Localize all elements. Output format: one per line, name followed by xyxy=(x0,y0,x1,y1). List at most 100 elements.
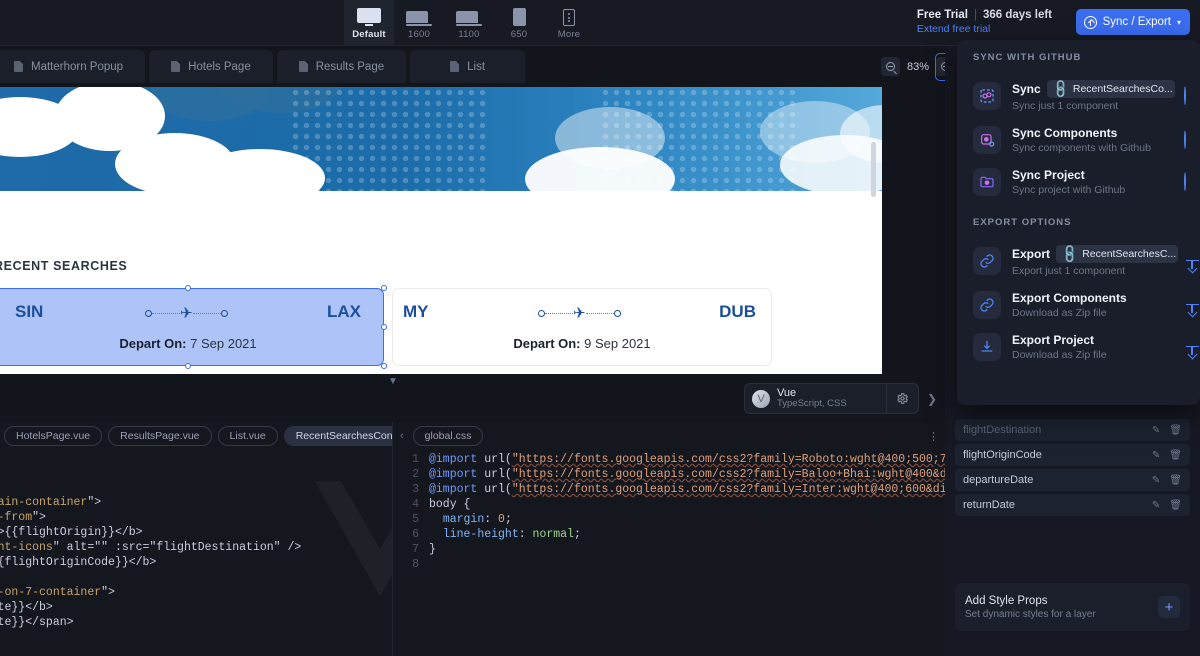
plus-icon[interactable]: + xyxy=(1158,596,1180,618)
depart-on-row-2: Depart On: 9 Sep 2021 xyxy=(393,336,771,351)
breakpoint-default[interactable]: Default xyxy=(344,0,394,46)
sync-export-dropdown[interactable]: SYNC WITH GITHUB Sync 🔗 RecentSearchesCo… xyxy=(957,40,1200,405)
zoom-out-icon[interactable] xyxy=(881,57,900,76)
recent-search-card-1[interactable]: SIN ✈ LAX Depart On: 7 Sep 2021 xyxy=(0,288,384,366)
code-lines-right: @import url("https://fonts.googleapis.co… xyxy=(429,452,945,557)
code-tabs-prev-icon[interactable]: ‹ xyxy=(397,430,407,442)
framework-sub: TypeScript, CSS xyxy=(777,399,847,410)
breakpoint-650[interactable]: 650 xyxy=(494,0,544,46)
laptop-icon xyxy=(456,6,482,26)
prop-row-returndate[interactable]: returnDate ✎ 🗑 xyxy=(955,494,1190,516)
add-style-props-sub: Set dynamic styles for a layer xyxy=(965,609,1096,620)
dropdown-item-sync-project[interactable]: Sync Project Sync project with Github xyxy=(957,161,1200,203)
code-content-left[interactable]: ht-main-container"> -and-from"> n14">{{f… xyxy=(0,450,392,656)
sync-component-icon xyxy=(973,82,1001,110)
dropdown-item-export-project[interactable]: Export Project Download as Zip file xyxy=(957,326,1200,368)
page-tab-hotels-page[interactable]: Hotels Page xyxy=(149,50,273,83)
trial-separator: | xyxy=(974,9,977,21)
dropdown-item-export-component[interactable]: Export 🔗 RecentSearchesC... Export just … xyxy=(957,238,1200,284)
line-numbers: 1 2 3 4 5 6 7 8 xyxy=(393,450,419,572)
extend-free-trial-link[interactable]: Extend free trial xyxy=(917,23,1052,35)
breakpoint-label: 1600 xyxy=(408,29,430,40)
sync-export-button[interactable]: Sync / Export ▾ xyxy=(1076,9,1190,35)
code-tab-hotelspage[interactable]: HotelsPage.vue xyxy=(4,426,102,446)
dropdown-item-export-components[interactable]: Export Components Download as Zip file xyxy=(957,284,1200,326)
dropdown-item-sub: Export just 1 component xyxy=(1012,265,1178,277)
trash-icon[interactable]: 🗑 xyxy=(1169,450,1182,461)
vue-logo-icon: V xyxy=(752,390,770,408)
prop-label: flightOriginCode xyxy=(963,449,1042,461)
page-tab-list[interactable]: List xyxy=(410,50,525,83)
dropdown-item-sync-component[interactable]: Sync 🔗 RecentSearchesCo... Sync just 1 c… xyxy=(957,73,1200,119)
dropdown-item-title: Sync Project xyxy=(1012,168,1085,182)
framework-bar: ▼ V Vue TypeScript, CSS ❯ xyxy=(0,374,945,422)
code-lines-left: ht-main-container"> -and-from"> n14">{{f… xyxy=(0,480,301,645)
route-line xyxy=(545,313,573,314)
dropdown-item-sub: Sync just 1 component xyxy=(1012,100,1175,112)
sync-section-header: SYNC WITH GITHUB xyxy=(957,52,1200,73)
trash-icon[interactable]: 🗑 xyxy=(1169,475,1182,486)
breakpoint-1100[interactable]: 1100 xyxy=(444,0,494,46)
code-tabs-left[interactable]: HotelsPage.vue ResultsPage.vue List.vue … xyxy=(0,422,392,450)
resize-handle-t[interactable] xyxy=(185,285,191,291)
resize-handle-b[interactable] xyxy=(185,363,191,369)
recent-search-card-2[interactable]: MY ✈ DUB Depart On: 9 Sep 2021 xyxy=(392,288,772,366)
trash-icon[interactable]: 🗑 xyxy=(1169,500,1182,511)
page-icon xyxy=(450,61,459,72)
trial-days-left: 366 days left xyxy=(983,9,1052,21)
pencil-icon[interactable]: ✎ xyxy=(1152,450,1160,461)
panel-expand-chevron-icon[interactable]: ❯ xyxy=(927,392,937,406)
depart-on-label: Depart On: xyxy=(119,336,186,351)
code-content-right[interactable]: 1 2 3 4 5 6 7 8 @import url("https://fon… xyxy=(393,450,945,656)
laptop-icon xyxy=(406,6,432,26)
dropdown-item-sync-components[interactable]: Sync Components Sync components with Git… xyxy=(957,119,1200,161)
prop-row-flightdestination[interactable]: flightDestination ✎ 🗑 xyxy=(955,419,1190,441)
page-tab-results-page[interactable]: Results Page xyxy=(277,50,406,83)
pencil-icon[interactable]: ✎ xyxy=(1152,500,1160,511)
route-dot-origin xyxy=(145,310,152,317)
design-canvas[interactable]: RECENT SEARCHES SIN ✈ LAX Depart On: 7 S… xyxy=(0,87,882,374)
page-tab-matterhorn-popup[interactable]: Matterhorn Popup xyxy=(0,50,145,83)
refresh-icon[interactable] xyxy=(1176,131,1186,149)
github-project-icon xyxy=(973,168,1001,196)
code-tab-list[interactable]: List.vue xyxy=(218,426,278,446)
flight-destination-code: LAX xyxy=(327,302,361,322)
plane-icon: ✈ xyxy=(573,306,586,321)
pencil-icon[interactable]: ✎ xyxy=(1152,425,1160,436)
breakpoint-1600[interactable]: 1600 xyxy=(394,0,444,46)
collapse-caret-icon[interactable]: ▼ xyxy=(388,376,398,387)
route-line xyxy=(152,313,180,314)
trash-icon[interactable]: 🗑 xyxy=(1169,425,1182,436)
page-tabs[interactable]: Matterhorn Popup Hotels Page Results Pag… xyxy=(0,50,525,83)
prop-row-departuredate[interactable]: departureDate ✎ 🗑 xyxy=(955,469,1190,491)
resize-handle-r[interactable] xyxy=(381,324,387,330)
code-tabs-menu-icon[interactable]: ⋮ xyxy=(928,430,939,443)
prop-label: departureDate xyxy=(963,474,1033,486)
code-tabs-right[interactable]: ‹ global.css ⋮ xyxy=(393,422,945,450)
add-style-props-card[interactable]: Add Style Props Set dynamic styles for a… xyxy=(955,583,1190,631)
add-style-props-title: Add Style Props xyxy=(965,595,1096,607)
code-tab-resultspage[interactable]: ResultsPage.vue xyxy=(108,426,211,446)
resize-handle-br[interactable] xyxy=(381,363,387,369)
canvas-scrollbar[interactable] xyxy=(871,142,876,197)
pencil-icon[interactable]: ✎ xyxy=(1152,475,1160,486)
monitor-icon xyxy=(356,6,382,26)
depart-on-date: 7 Sep 2021 xyxy=(190,336,257,351)
breakpoint-switcher[interactable]: Default 1600 1100 650 xyxy=(344,0,594,46)
upload-circle-icon xyxy=(1084,16,1097,29)
refresh-icon[interactable] xyxy=(1176,173,1186,191)
breakpoint-label: More xyxy=(558,29,580,40)
link-icon: 🔗 xyxy=(1059,245,1082,263)
dropdown-item-sub: Download as Zip file xyxy=(1012,307,1127,319)
framework-selector[interactable]: V Vue TypeScript, CSS xyxy=(744,383,919,414)
gear-icon[interactable] xyxy=(886,384,918,413)
prop-row-flightorigincode[interactable]: flightOriginCode ✎ 🗑 xyxy=(955,444,1190,466)
depart-on-row-1: Depart On: 7 Sep 2021 xyxy=(0,336,383,351)
trial-label: Free Trial xyxy=(917,9,968,21)
breakpoint-more[interactable]: More xyxy=(544,0,594,46)
code-tab-global-css[interactable]: global.css xyxy=(413,426,484,446)
breakpoint-label: 650 xyxy=(511,29,527,40)
code-tab-recentsearchescontainer[interactable]: RecentSearchesContainer.vue xyxy=(284,426,392,446)
refresh-icon[interactable] xyxy=(1176,87,1186,105)
resize-handle-tr[interactable] xyxy=(381,285,387,291)
